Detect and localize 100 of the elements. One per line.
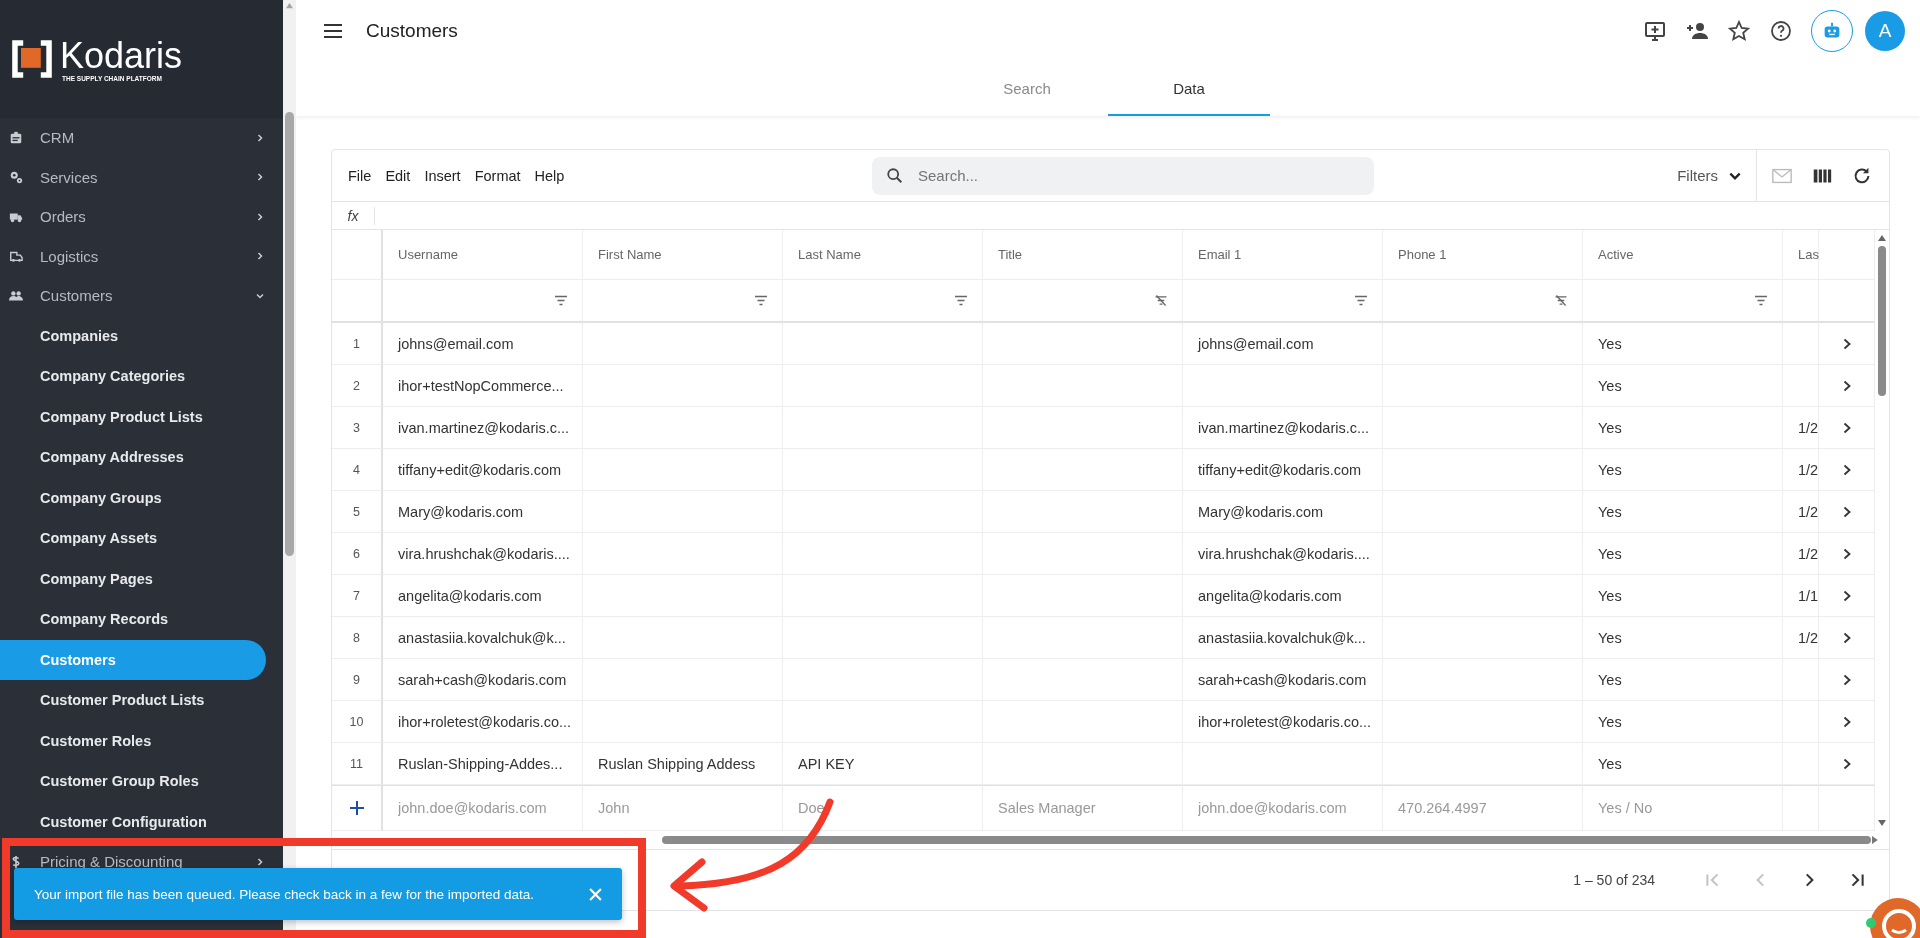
tab[interactable]: Search xyxy=(946,62,1108,116)
sidebar-item[interactable]: Company Categories xyxy=(0,356,266,397)
sidebar-section[interactable]: Customers xyxy=(0,276,283,316)
chevron-right-icon[interactable] xyxy=(1841,505,1852,518)
table-cell: Mary@kodaris.com xyxy=(1183,491,1383,533)
sidebar-section[interactable]: CRM xyxy=(0,118,283,158)
sidebar-item[interactable]: Company Addresses xyxy=(0,437,266,478)
table-cell: angelita@kodaris.com xyxy=(383,575,583,617)
tab[interactable]: Data xyxy=(1108,62,1270,116)
chevron-right-icon[interactable] xyxy=(1841,463,1852,476)
menu-icon[interactable] xyxy=(324,24,342,38)
sidebar-item[interactable]: Companies xyxy=(0,315,266,356)
input-field[interactable]: john.doe@kodaris.com xyxy=(1198,797,1376,819)
sidebar-item[interactable]: Company Records xyxy=(0,599,266,640)
chevron-right-icon[interactable] xyxy=(1841,589,1852,602)
search-icon xyxy=(886,166,904,185)
logo-name: Kodaris xyxy=(60,36,183,75)
filter-icon[interactable] xyxy=(954,295,968,306)
table-cell: Yes xyxy=(1583,743,1783,785)
input-cell[interactable]: john.doe@kodaris.com xyxy=(383,785,583,831)
sidebar-section[interactable]: Orders xyxy=(0,197,283,237)
column-header[interactable]: Phone 1 xyxy=(1383,230,1583,280)
table-cell: 1/2 xyxy=(1783,617,1819,659)
sidebar-section[interactable]: Services xyxy=(0,157,283,197)
sidebar-section[interactable]: Pricing & Discounting xyxy=(0,842,283,882)
table-cell: ihor+roletest@kodaris.co... xyxy=(1183,701,1383,743)
sidebar-item[interactable]: Company Pages xyxy=(0,558,266,599)
menu-item[interactable]: Edit xyxy=(379,163,417,188)
sidebar-item[interactable]: Company Assets xyxy=(0,518,266,559)
table-cell: Yes xyxy=(1583,365,1783,407)
chevron-right-icon[interactable] xyxy=(1841,547,1852,560)
sidebar-item[interactable]: Customer Roles xyxy=(0,720,266,761)
chevron-right-icon[interactable] xyxy=(1841,421,1852,434)
scrollbar-thumb[interactable] xyxy=(285,112,294,556)
column-header[interactable]: Email 1 xyxy=(1183,230,1383,280)
filter-icon[interactable] xyxy=(554,295,568,306)
menu-item[interactable]: Insert xyxy=(418,163,467,188)
row-number: 9 xyxy=(332,659,383,701)
column-header[interactable]: Las xyxy=(1783,230,1819,280)
table-cell: 1/2 xyxy=(1783,491,1819,533)
chevron-right-icon[interactable] xyxy=(1841,379,1852,392)
table-cell: sarah+cash@kodaris.com xyxy=(383,659,583,701)
column-header[interactable]: Username xyxy=(383,230,583,280)
assistant-button[interactable] xyxy=(1811,10,1853,52)
input-field[interactable]: Yes / No xyxy=(1598,797,1776,819)
input-field[interactable]: Doe xyxy=(798,797,976,819)
menu-item[interactable]: Help xyxy=(528,163,571,188)
filter-icon[interactable] xyxy=(1354,295,1368,306)
table-cell: anastasiia.kovalchuk@k... xyxy=(1183,617,1383,659)
column-header[interactable]: Title xyxy=(983,230,1183,280)
chevron-right-icon xyxy=(255,251,265,262)
input-cell[interactable]: 470.264.4997 xyxy=(1383,785,1583,831)
input-cell[interactable]: john.doe@kodaris.com xyxy=(1183,785,1383,831)
table-cell: ihor+testNopCommerce... xyxy=(383,365,583,407)
input-cell[interactable]: Yes / No xyxy=(1583,785,1783,831)
search-field[interactable]: Search... xyxy=(872,156,1374,195)
sidebar-item[interactable]: Company Product Lists xyxy=(0,396,266,437)
status-dot xyxy=(1866,918,1876,928)
scrollbar-thumb[interactable] xyxy=(662,836,1872,844)
table-cell: Yes xyxy=(1583,491,1783,533)
filter-icon[interactable] xyxy=(1754,295,1768,306)
sidebar-item[interactable]: Customer Product Lists xyxy=(0,680,266,721)
input-field[interactable]: john.doe@kodaris.com xyxy=(398,797,576,819)
filter-off-icon[interactable] xyxy=(1154,295,1168,306)
close-icon[interactable] xyxy=(589,887,602,901)
search-input[interactable]: Search... xyxy=(916,166,1360,185)
column-header[interactable]: Active xyxy=(1583,230,1783,280)
table-cell: 1/1 xyxy=(1783,575,1819,617)
car-icon xyxy=(9,249,23,264)
sidebar-item[interactable]: Company Groups xyxy=(0,477,266,518)
scroll-down-icon[interactable] xyxy=(1877,819,1887,827)
chevron-right-icon[interactable] xyxy=(1841,757,1852,770)
menu-item[interactable]: File xyxy=(342,163,378,188)
scroll-up-icon[interactable] xyxy=(1877,234,1887,242)
screen-plus-icon[interactable] xyxy=(1643,19,1667,43)
input-field[interactable]: Sales Manager xyxy=(998,797,1176,819)
input-cell[interactable]: Sales Manager xyxy=(983,785,1183,831)
menu-item[interactable]: Format xyxy=(468,163,527,188)
table-cell: 1/2 xyxy=(1783,449,1819,491)
chevron-right-icon[interactable] xyxy=(1841,673,1852,686)
input-cell[interactable]: John xyxy=(583,785,783,831)
chevron-right-icon[interactable] xyxy=(1841,631,1852,644)
chevron-right-icon[interactable] xyxy=(1841,715,1852,728)
scrollbar-thumb[interactable] xyxy=(1878,246,1886,396)
sidebar-item[interactable]: Customer Group Roles xyxy=(0,761,266,802)
column-header[interactable]: Last Name xyxy=(783,230,983,280)
input-cell[interactable]: Doe xyxy=(783,785,983,831)
add-icon[interactable] xyxy=(348,800,365,816)
chevron-right-icon[interactable] xyxy=(1841,337,1852,350)
table-cell: angelita@kodaris.com xyxy=(1183,575,1383,617)
filter-icon[interactable] xyxy=(754,295,768,306)
filter-off-icon[interactable] xyxy=(1554,295,1568,306)
input-field[interactable]: 470.264.4997 xyxy=(1398,797,1576,819)
sidebar-section[interactable]: Logistics xyxy=(0,236,283,276)
star-icon[interactable] xyxy=(1727,19,1751,43)
help-icon[interactable] xyxy=(1769,19,1793,43)
input-field[interactable]: John xyxy=(598,797,776,819)
filters-button[interactable]: Filters xyxy=(1663,150,1757,201)
sidebar-item[interactable]: Customer Configuration xyxy=(0,801,266,842)
column-header[interactable]: First Name xyxy=(583,230,783,280)
